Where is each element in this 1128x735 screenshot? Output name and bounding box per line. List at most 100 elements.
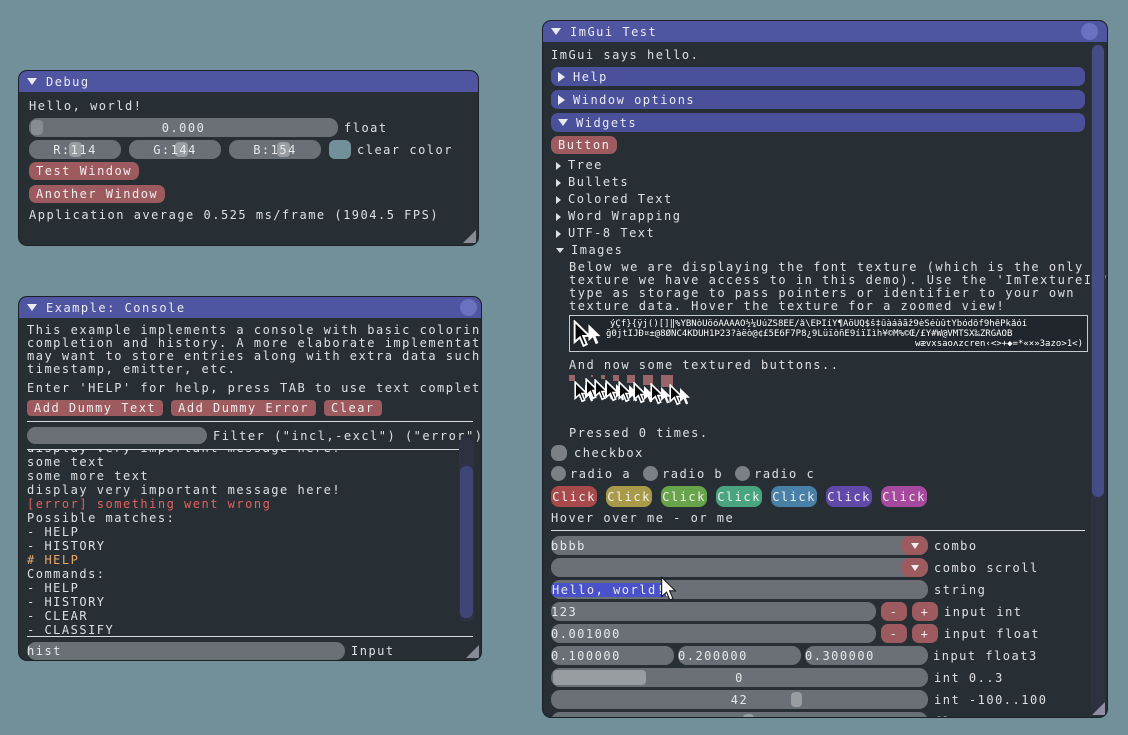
click-button-2[interactable]: Click	[606, 486, 652, 507]
input-float3-field-x[interactable]: 0.100000	[551, 646, 674, 665]
close-button[interactable]	[1081, 23, 1098, 40]
red-slider[interactable]: R:114	[29, 140, 121, 159]
test-window-button[interactable]: Test Window	[29, 162, 139, 180]
header-label: Window options	[573, 93, 695, 107]
debug-titlebar[interactable]: Debug	[19, 71, 478, 92]
decrement-button[interactable]: -	[881, 624, 907, 643]
float-slider[interactable]: 0.000	[29, 118, 338, 137]
hover-text[interactable]: Hover over me - or me	[551, 511, 1085, 525]
resize-grip[interactable]	[463, 230, 476, 243]
header-widgets[interactable]: Widgets	[551, 113, 1085, 132]
decrement-button[interactable]: -	[881, 602, 907, 621]
log-line: - HELP	[27, 525, 473, 539]
input-int-field[interactable]: 123	[551, 602, 876, 621]
font-texture-glyph-row: ýÇf}{ÿj()[]‖%ÝBÑòÛöóÂÃÄÀÖ½¼ÙúŽŠ8ÉÊ/å\ÈÞÏ…	[610, 319, 1085, 329]
scrollbar[interactable]	[1091, 43, 1105, 713]
tree-arrow-icon	[556, 179, 561, 187]
image-buttons-row	[569, 375, 1085, 421]
add-dummy-text-button[interactable]: Add Dummy Text	[27, 400, 163, 416]
pressed-count-text: Pressed 0 times.	[569, 425, 1085, 442]
input-float-field[interactable]: 0.001000	[551, 624, 876, 643]
float-slider-value: 4.432	[718, 715, 762, 719]
tree-node-word-wrapping[interactable]: Word Wrapping	[551, 208, 1085, 225]
collapse-arrow-icon[interactable]	[27, 78, 37, 85]
string-input[interactable]: Hello, world!	[551, 580, 928, 599]
input-float3-field-y[interactable]: 0.200000	[678, 646, 801, 665]
click-button-4[interactable]: Click	[716, 486, 762, 507]
click-button-6[interactable]: Click	[826, 486, 872, 507]
slider-grab[interactable]	[553, 670, 646, 685]
log-line: - HELP	[27, 581, 473, 595]
imgui-hello-text: ImGui says hello.	[551, 47, 1085, 64]
int-range-slider[interactable]: 42	[551, 690, 928, 709]
combo-arrow-button[interactable]	[902, 558, 928, 577]
window-title: Debug	[46, 75, 90, 89]
combo-select[interactable]: bbbb	[551, 536, 928, 555]
header-label: Widgets	[576, 116, 637, 130]
click-button-5[interactable]: Click	[771, 486, 817, 507]
clear-color-label: clear color	[357, 143, 453, 157]
filter-input[interactable]	[27, 427, 207, 444]
collapse-arrow-icon[interactable]	[551, 28, 561, 35]
image-button-3[interactable]	[591, 375, 593, 377]
combo-arrow-button[interactable]	[902, 536, 928, 555]
font-texture-image[interactable]: ýÇf}{ÿj()[]‖%ÝBÑòÛöóÂÃÄÀÖ½¼ÙúŽŠ8ÉÊ/å\ÈÞÏ…	[569, 315, 1088, 352]
scrollbar-thumb[interactable]	[460, 466, 473, 618]
imgui-test-titlebar[interactable]: ImGui Test	[543, 21, 1107, 42]
increment-button[interactable]: +	[912, 602, 938, 621]
tree-node-images[interactable]: Images	[551, 242, 1085, 259]
click-button-3[interactable]: Click	[661, 486, 707, 507]
close-button[interactable]	[460, 299, 477, 316]
scrollbar[interactable]	[459, 438, 474, 622]
green-slider[interactable]: G:144	[129, 140, 221, 159]
collapse-arrow-icon[interactable]	[27, 304, 37, 311]
cursor-arrow-filled-icon	[587, 323, 602, 346]
checkbox[interactable]	[551, 445, 567, 461]
separator	[551, 530, 1085, 531]
float-slider-label: float	[344, 121, 388, 135]
clear-button[interactable]: Clear	[324, 400, 382, 416]
resize-grip[interactable]	[466, 645, 479, 658]
input-int-value: 123	[551, 605, 577, 619]
radio-a[interactable]	[551, 466, 566, 481]
window-title: ImGui Test	[570, 25, 657, 39]
log-line: - CLASSIFY	[27, 623, 473, 636]
slider-grab[interactable]	[31, 120, 43, 135]
resize-grip[interactable]	[1092, 702, 1105, 715]
radio-b[interactable]	[643, 466, 658, 481]
increment-button[interactable]: +	[912, 624, 938, 643]
int-slider-value: 0	[735, 671, 744, 685]
tree-node-bullets[interactable]: Bullets	[551, 174, 1085, 191]
tree-node-tree[interactable]: Tree	[551, 157, 1085, 174]
image-button-1[interactable]	[569, 375, 575, 381]
tree-node-colored-text[interactable]: Colored Text	[551, 191, 1085, 208]
tree-node-label: UTF-8 Text	[568, 225, 655, 242]
blue-slider-value: B:154	[253, 143, 297, 157]
imgui-test-window: ImGui Test ImGui says hello. Help Window…	[542, 20, 1108, 718]
console-titlebar[interactable]: Example: Console	[19, 297, 481, 318]
scrollbar-thumb[interactable]	[1092, 45, 1104, 497]
radio-c[interactable]	[735, 466, 750, 481]
click-button-7[interactable]: Click	[881, 486, 927, 507]
clear-color-swatch[interactable]	[329, 140, 351, 159]
input-float3-field-z[interactable]: 0.300000	[805, 646, 928, 665]
log-line: display very important message here!	[27, 483, 473, 497]
tree-node-utf8-text[interactable]: UTF-8 Text	[551, 225, 1085, 242]
int-slider[interactable]: 0	[551, 668, 928, 687]
click-button-1[interactable]: Click	[551, 486, 597, 507]
console-command-input[interactable]: hist	[27, 642, 345, 660]
tree-arrow-icon	[556, 196, 561, 204]
header-window-options[interactable]: Window options	[551, 90, 1085, 109]
combo-scroll-select[interactable]	[551, 558, 928, 577]
float-slider[interactable]: 4.432	[551, 712, 928, 718]
button-widget[interactable]: Button	[551, 136, 617, 154]
expanded-arrow-icon	[558, 119, 568, 126]
header-help[interactable]: Help	[551, 67, 1085, 86]
string-input-label: string	[934, 583, 986, 597]
console-log-region[interactable]: display very important message here! som…	[27, 450, 473, 636]
another-window-button[interactable]: Another Window	[29, 185, 165, 203]
slider-grab[interactable]	[791, 692, 802, 707]
chevron-down-icon	[911, 565, 919, 571]
add-dummy-error-button[interactable]: Add Dummy Error	[171, 400, 316, 416]
blue-slider[interactable]: B:154	[229, 140, 321, 159]
